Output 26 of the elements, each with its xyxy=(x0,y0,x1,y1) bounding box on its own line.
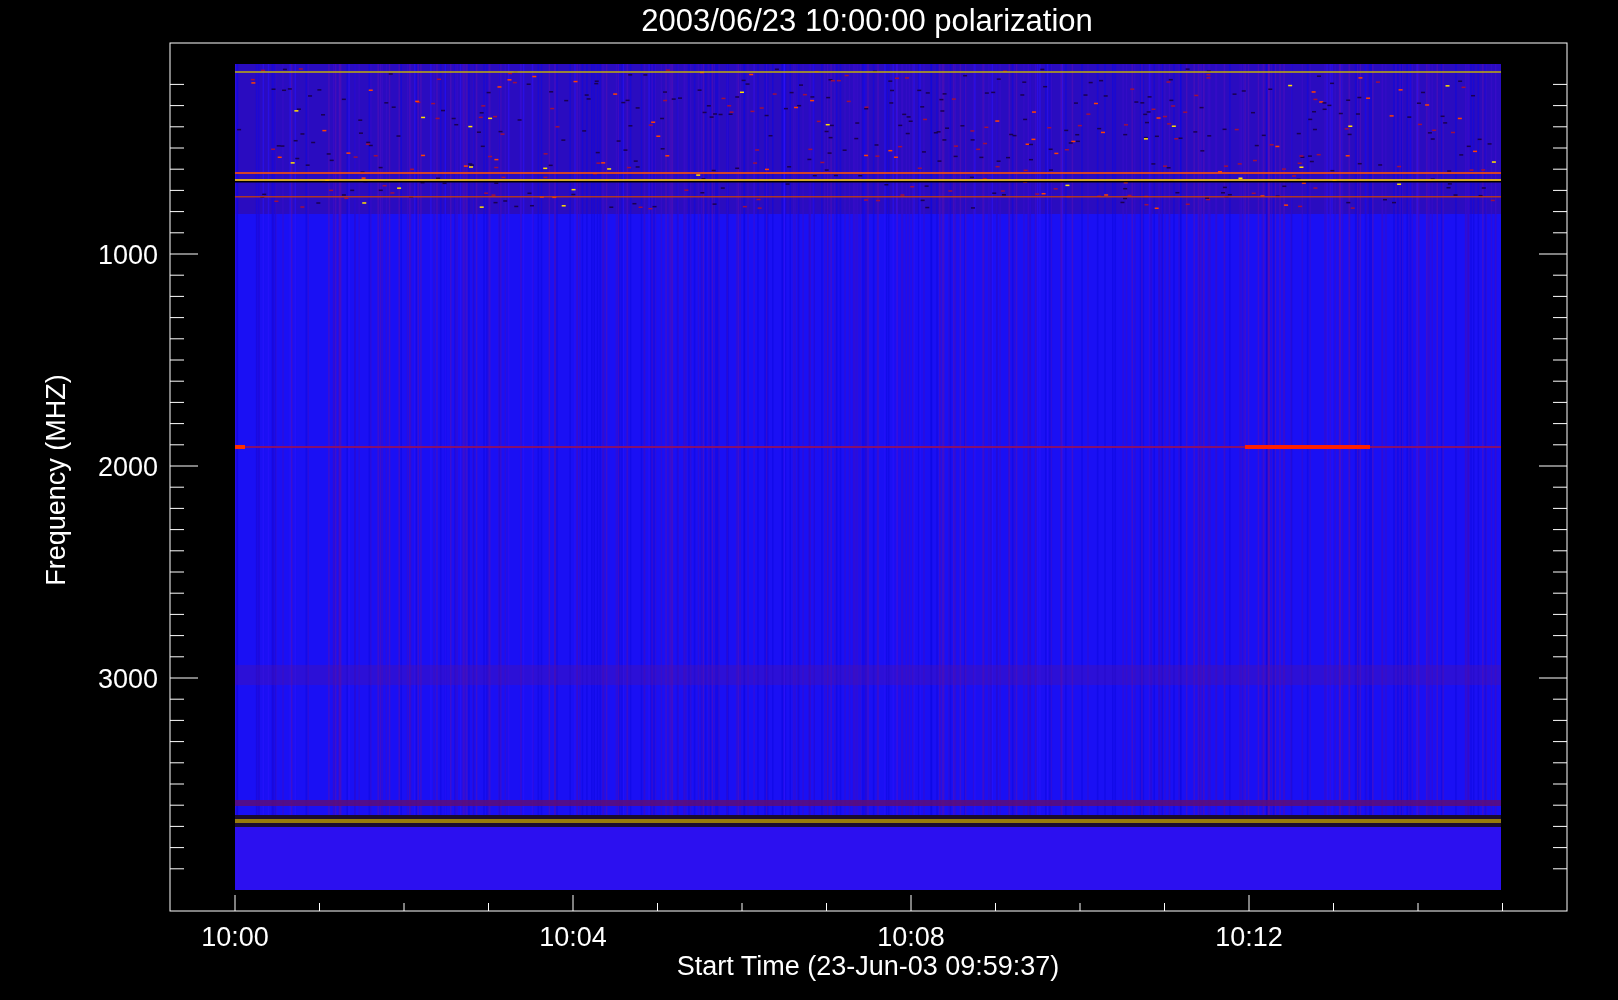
y-tick-label: 3000 xyxy=(97,664,158,694)
tick-mark xyxy=(1502,902,1503,912)
tick-mark xyxy=(1333,902,1334,912)
y-axis-label: Frequency (MHZ) xyxy=(41,374,71,586)
y-tick-label: 2000 xyxy=(97,452,158,482)
tick-mark xyxy=(657,902,658,912)
chart-title: 2003/06/23 10:00:00 polarization xyxy=(641,3,1093,38)
x-tick-label: 10:00 xyxy=(201,922,269,952)
tick-mark xyxy=(826,902,827,912)
tick-mark xyxy=(1417,902,1419,912)
y-tick-label: 1000 xyxy=(97,240,158,270)
tick-mark xyxy=(319,902,320,912)
tick-mark xyxy=(995,902,996,912)
x-tick-label: 10:08 xyxy=(877,922,945,952)
tick-mark xyxy=(1248,894,1250,912)
tick-mark xyxy=(910,894,912,912)
x-tick-label: 10:04 xyxy=(539,922,607,952)
tick-mark xyxy=(741,902,743,912)
tick-mark xyxy=(1164,902,1165,912)
tick-mark xyxy=(488,902,489,912)
x-axis-label: Start Time (23-Jun-03 09:59:37) xyxy=(676,951,1060,981)
x-tick-label: 10:12 xyxy=(1215,922,1283,952)
tick-mark xyxy=(234,894,236,912)
tick-mark xyxy=(403,902,405,912)
tick-mark xyxy=(1079,902,1081,912)
tick-mark xyxy=(572,894,574,912)
